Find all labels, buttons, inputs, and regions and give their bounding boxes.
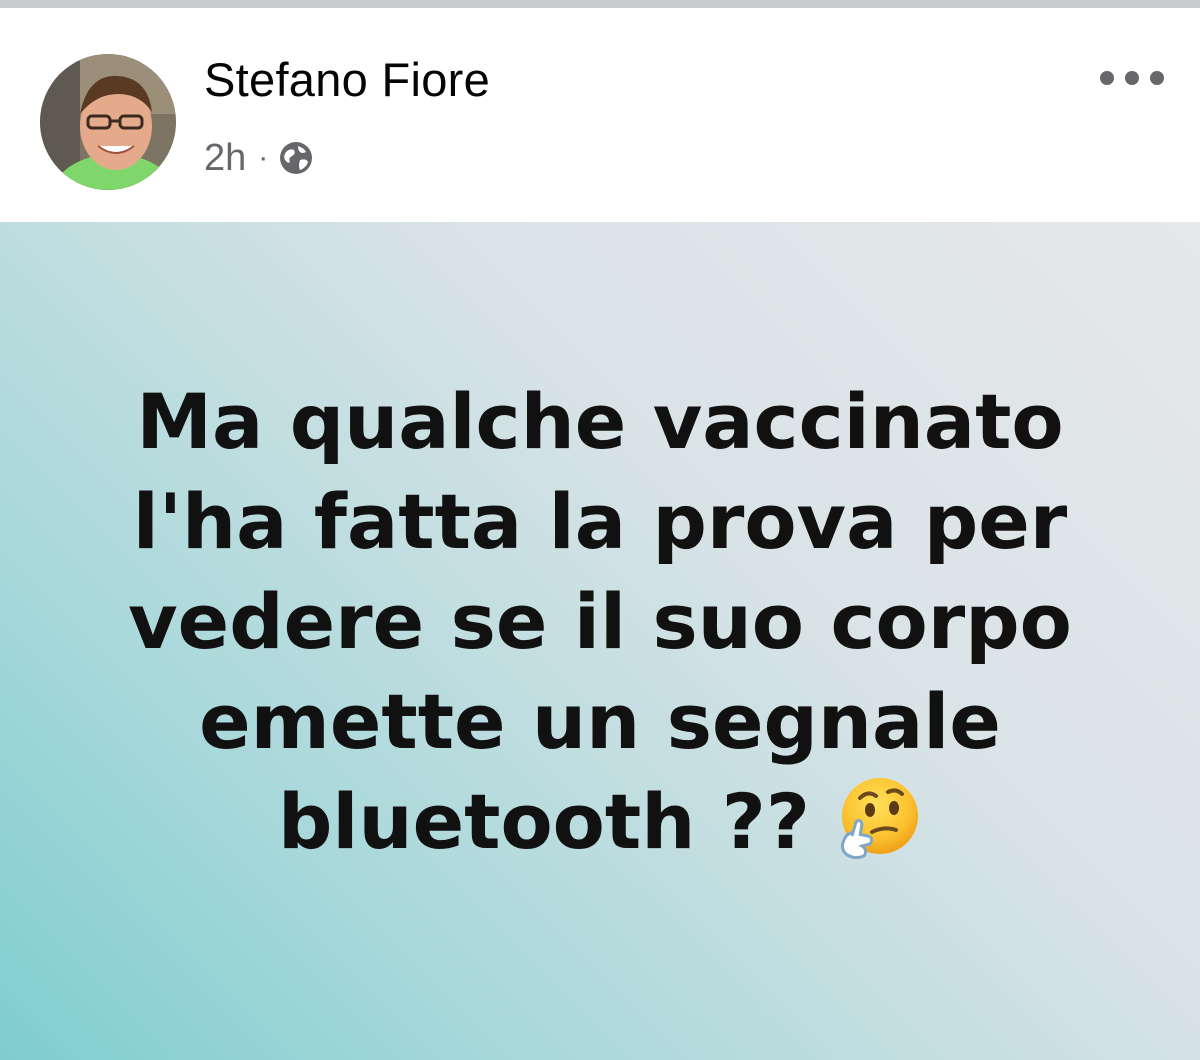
- meta-separator: ·: [258, 141, 269, 174]
- post-text: Ma qualche vaccinato l'ha fatta la prova…: [60, 372, 1140, 872]
- post-text-line: emette un segnale: [199, 677, 1001, 766]
- facebook-post: Stefano Fiore 2h · Ma qualche vaccinato …: [0, 0, 1200, 1060]
- dot: [1100, 71, 1114, 85]
- post-header: Stefano Fiore 2h ·: [0, 8, 1200, 222]
- post-text-last-line: bluetooth ??: [60, 772, 1140, 872]
- post-timestamp[interactable]: 2h: [204, 137, 246, 180]
- post-text-line: vedere se il suo corpo: [128, 577, 1072, 666]
- text-post-card: Ma qualche vaccinato l'ha fatta la prova…: [0, 222, 1200, 1060]
- post-text-line: Ma qualche vaccinato: [136, 377, 1064, 466]
- post-text-line: l'ha fatta la prova per: [132, 477, 1068, 566]
- post-meta: 2h ·: [204, 136, 314, 180]
- author-name[interactable]: Stefano Fiore: [204, 52, 490, 107]
- post-text-line: bluetooth ??: [278, 777, 810, 866]
- avatar-photo: [40, 54, 176, 190]
- dot: [1150, 71, 1164, 85]
- avatar[interactable]: [40, 54, 176, 190]
- more-options-icon[interactable]: [1100, 60, 1164, 96]
- thinking-face-icon: [840, 778, 918, 860]
- dot: [1125, 71, 1139, 85]
- globe-icon[interactable]: [278, 140, 314, 176]
- top-divider: [0, 0, 1200, 8]
